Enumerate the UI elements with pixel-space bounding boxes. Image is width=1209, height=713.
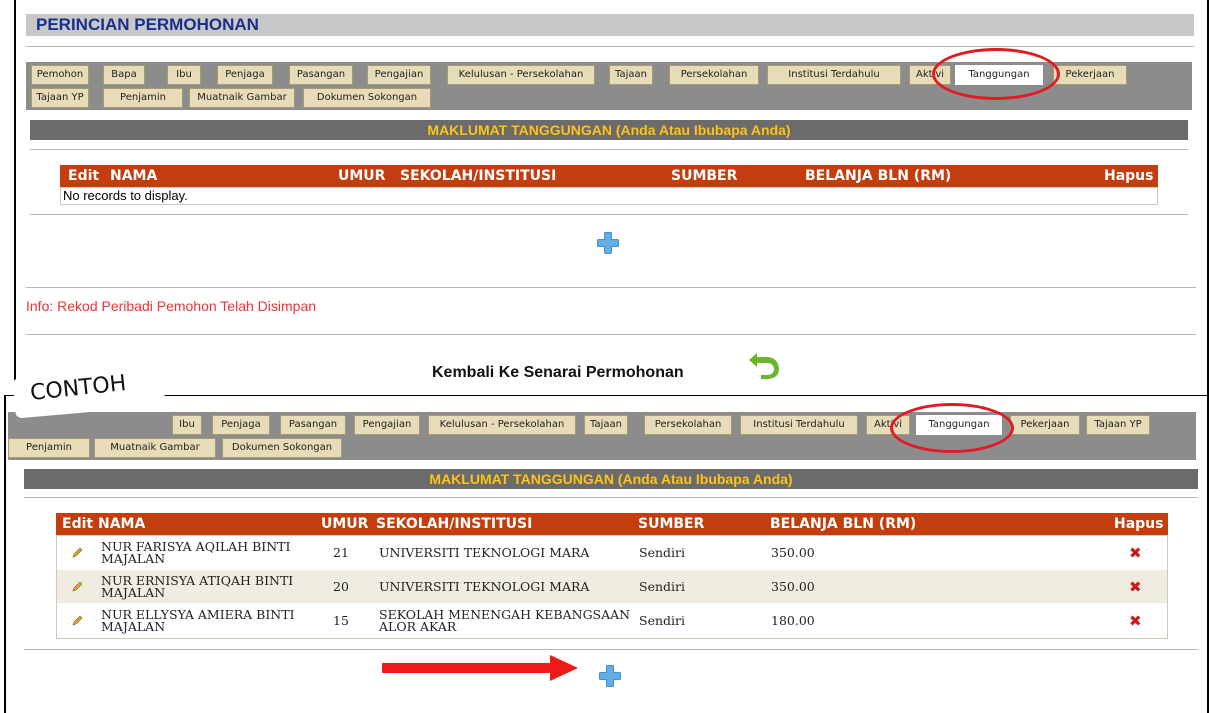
tab-pengajian[interactable]: Pengajian [354, 415, 420, 435]
col-nama: NAMA [98, 516, 146, 532]
cell-nama: NUR ELLYSYA AMIERA BINTI MAJALAN [101, 604, 295, 637]
grid-header: Edit NAMA UMUR SEKOLAH/INSTITUSI SUMBER … [60, 165, 1158, 187]
tab-persekolahan[interactable]: Persekolahan [669, 65, 759, 85]
tab-pekerjaan[interactable]: Pekerjaan [1010, 415, 1080, 435]
back-arrow-icon[interactable] [747, 349, 781, 379]
delete-icon[interactable]: ✖ [1129, 570, 1142, 603]
cell-sumber: Sendiri [639, 544, 685, 560]
section-header: MAKLUMAT TANGGUNGAN (Anda Atau Ibubapa A… [24, 469, 1198, 489]
tab-ibu[interactable]: Ibu [167, 65, 201, 85]
add-icon[interactable] [598, 664, 622, 688]
tab-tajaan[interactable]: Tajaan [584, 415, 628, 435]
red-arrow-icon [382, 655, 578, 681]
col-umur: UMUR [338, 168, 386, 184]
tab-institusi-terdahulu[interactable]: Institusi Terdahulu [767, 65, 901, 85]
cell-belanja: 180.00 [771, 612, 815, 628]
page-title: PERINCIAN PERMOHONAN [26, 14, 1194, 36]
back-link[interactable]: Kembali Ke Senarai Permohonan [432, 364, 684, 382]
cell-umur: 15 [333, 612, 349, 628]
col-belanja: BELANJA BLN (RM) [770, 516, 917, 532]
col-hapus: Hapus [1104, 168, 1154, 184]
tab-pekerjaan[interactable]: Pekerjaan [1053, 65, 1127, 85]
grid-header: Edit NAMA UMUR SEKOLAH/INSTITUSI SUMBER … [56, 513, 1168, 535]
divider [24, 649, 1198, 650]
nama-line-2: MAJALAN [101, 584, 166, 600]
tab-penjaga[interactable]: Penjaga [212, 415, 270, 435]
tab-persekolahan[interactable]: Persekolahan [644, 415, 732, 435]
add-icon[interactable] [596, 231, 620, 255]
col-umur: UMUR [321, 516, 369, 532]
nama-line-2: MAJALAN [101, 618, 166, 634]
sekolah-line-2: ALOR AKAR [379, 618, 457, 634]
tab-pengajian[interactable]: Pengajian [367, 65, 431, 85]
tab-dokumen-sokongan[interactable]: Dokumen Sokongan [222, 438, 342, 458]
cell-sekolah: SEKOLAH MENENGAH KEBANGSAAN ALOR AKAR [379, 604, 630, 637]
tab-muatnaik-gambar[interactable]: Muatnaik Gambar [94, 438, 216, 458]
tab-kelulusan-persekolahan[interactable]: Kelulusan - Persekolahan [447, 65, 595, 85]
tab-kelulusan-persekolahan[interactable]: Kelulusan - Persekolahan [428, 415, 576, 435]
cell-belanja: 350.00 [771, 578, 815, 594]
tab-institusi-terdahulu[interactable]: Institusi Terdahulu [740, 415, 858, 435]
nama-line-2: MAJALAN [101, 550, 166, 566]
col-sumber: SUMBER [671, 168, 738, 184]
cell-sekolah: UNIVERSITI TEKNOLOGI MARA [379, 578, 590, 594]
edit-pencil-icon[interactable] [71, 570, 83, 603]
empty-message: No records to display. [60, 187, 1158, 205]
tab-muatnaik-gambar[interactable]: Muatnaik Gambar [189, 88, 295, 108]
col-belanja: BELANJA BLN (RM) [805, 168, 952, 184]
divider [26, 46, 1194, 47]
col-hapus: Hapus [1114, 516, 1164, 532]
cell-belanja: 350.00 [771, 544, 815, 560]
tab-bapa[interactable]: Bapa [103, 65, 145, 85]
col-nama: NAMA [110, 168, 158, 184]
divider [26, 287, 1196, 288]
tab-ibu[interactable]: Ibu [172, 415, 202, 435]
cell-umur: 21 [333, 544, 349, 560]
edit-pencil-icon[interactable] [71, 604, 83, 637]
tab-pasangan[interactable]: Pasangan [280, 415, 346, 435]
table-row: NUR ERNISYA ATIQAH BINTI MAJALAN 20 UNIVE… [57, 570, 1167, 603]
divider [30, 214, 1188, 215]
edit-pencil-icon[interactable] [71, 536, 83, 569]
cell-nama: NUR FARISYA AQILAH BINTI MAJALAN [101, 536, 290, 569]
info-message: Info: Rekod Peribadi Pemohon Telah Disim… [26, 298, 317, 314]
table-row: NUR ELLYSYA AMIERA BINTI MAJALAN 15 SEKOL… [57, 604, 1167, 637]
cell-sumber: Sendiri [639, 578, 685, 594]
cell-nama: NUR ERNISYA ATIQAH BINTI MAJALAN [101, 570, 293, 603]
tab-tajaan-yp[interactable]: Tajaan YP [1086, 415, 1150, 435]
tab-penjamin[interactable]: Penjamin [103, 88, 183, 108]
tab-tajaan[interactable]: Tajaan [609, 65, 653, 85]
tab-dokumen-sokongan[interactable]: Dokumen Sokongan [303, 88, 431, 108]
divider [24, 497, 1198, 498]
tab-penjamin[interactable]: Penjamin [8, 438, 90, 458]
tab-tajaan-yp[interactable]: Tajaan YP [31, 88, 89, 108]
highlight-circle [890, 403, 1014, 453]
cell-sekolah: UNIVERSITI TEKNOLOGI MARA [379, 544, 590, 560]
divider [30, 149, 1188, 150]
cell-umur: 20 [333, 578, 349, 594]
tab-pemohon[interactable]: Pemohon [31, 65, 89, 85]
col-sumber: SUMBER [638, 516, 705, 532]
col-sekolah: SEKOLAH/INSTITUSI [376, 516, 533, 532]
tab-penjaga[interactable]: Penjaga [217, 65, 273, 85]
section-header: MAKLUMAT TANGGUNGAN (Anda Atau Ibubapa A… [30, 120, 1188, 140]
col-sekolah: SEKOLAH/INSTITUSI [400, 168, 557, 184]
table-row: NUR FARISYA AQILAH BINTI MAJALAN 21 UNIVE… [57, 536, 1167, 569]
col-edit: Edit [62, 516, 94, 532]
example-tab-strip: Ibu Penjaga Pasangan Pengajian Kelulusan… [8, 412, 1196, 460]
grid-body: NUR FARISYA AQILAH BINTI MAJALAN 21 UNIVE… [56, 535, 1168, 639]
col-edit: Edit [68, 168, 100, 184]
divider [26, 334, 1196, 335]
tab-pasangan[interactable]: Pasangan [289, 65, 353, 85]
cell-sumber: Sendiri [639, 612, 685, 628]
delete-icon[interactable]: ✖ [1129, 604, 1142, 637]
highlight-circle [932, 48, 1060, 100]
delete-icon[interactable]: ✖ [1129, 536, 1142, 569]
